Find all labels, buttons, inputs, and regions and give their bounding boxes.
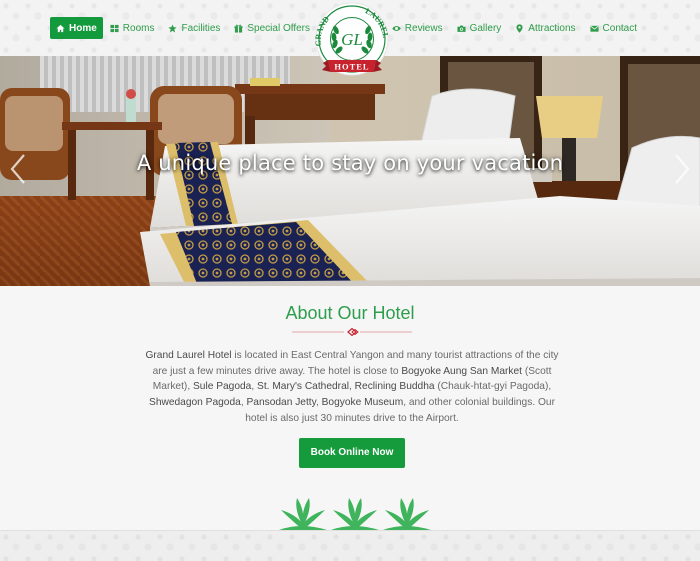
hero-slider: A unique place to stay on your vacation <box>0 56 700 286</box>
nav-item-home[interactable]: Home <box>50 17 103 39</box>
nav-label-home: Home <box>69 22 97 34</box>
nav-item-rooms[interactable]: Rooms <box>103 17 162 39</box>
about-section: About Our Hotel Grand Laurel Hotel is lo… <box>0 286 700 530</box>
footer-strip <box>0 530 700 561</box>
title-divider <box>292 327 412 337</box>
hero-caption: A unique place to stay on your vacation <box>136 151 564 175</box>
nav-item-special-offers[interactable]: Special Offers <box>227 17 317 39</box>
logo-ribbon-text: HOTEL <box>334 62 369 72</box>
highlighted-place-name: Grand Laurel Hotel <box>145 350 232 361</box>
book-online-button[interactable]: Book Online Now <box>299 438 405 468</box>
about-paragraph: Grand Laurel Hotel is located in East Ce… <box>140 348 564 427</box>
camera-icon <box>457 24 466 33</box>
nav-label-special-offers: Special Offers <box>247 22 311 34</box>
nav-label-rooms: Rooms <box>122 22 155 34</box>
home-icon <box>56 24 65 33</box>
nav-item-contact[interactable]: Contact <box>583 17 644 39</box>
slider-next-button[interactable] <box>672 152 692 186</box>
highlighted-place-name: Reclining Buddha <box>354 381 435 393</box>
highlighted-place-name: Pansodan Jetty <box>246 397 316 409</box>
nav-item-facilities[interactable]: Facilities <box>161 17 227 39</box>
highlighted-place-name: St. Mary's Cathedral <box>257 381 349 393</box>
logo-monogram: GL <box>341 30 363 49</box>
slider-prev-button[interactable] <box>8 152 28 186</box>
envelope-icon <box>589 24 599 33</box>
nav-label-attractions: Attractions <box>528 22 576 34</box>
nav-label-facilities: Facilities <box>181 22 221 34</box>
paragraph-text: (Chauk-htat-gyi Pagoda), <box>434 381 552 393</box>
leaf-ornament <box>275 496 435 532</box>
nav-right: Reviews Gallery Attractions Contact <box>385 17 644 39</box>
grid-icon <box>110 24 119 33</box>
highlighted-place-name: Bogyoke Museum <box>321 397 404 409</box>
nav-left: Home Rooms Facilities Special Offers <box>50 17 317 39</box>
nav-item-attractions[interactable]: Attractions <box>508 17 582 39</box>
highlighted-place-name: Sule Pagoda <box>193 381 252 393</box>
nav-label-reviews: Reviews <box>404 22 443 34</box>
star-icon <box>168 23 178 33</box>
nav-item-gallery[interactable]: Gallery <box>450 17 509 39</box>
gift-icon <box>234 24 243 33</box>
highlighted-place-name: Shwedagon Pagoda <box>149 397 241 409</box>
hotel-logo[interactable]: GRAND LAUREL GL HOTEL <box>306 2 398 78</box>
nav-label-contact: Contact <box>602 22 637 34</box>
highlighted-place-name: Bogyoke Aung San Market <box>401 365 522 377</box>
map-marker-icon <box>515 23 524 33</box>
about-title: About Our Hotel <box>285 303 415 323</box>
chevron-left-icon <box>10 154 25 184</box>
chevron-right-icon <box>675 154 690 184</box>
nav-label-gallery: Gallery <box>469 22 502 34</box>
